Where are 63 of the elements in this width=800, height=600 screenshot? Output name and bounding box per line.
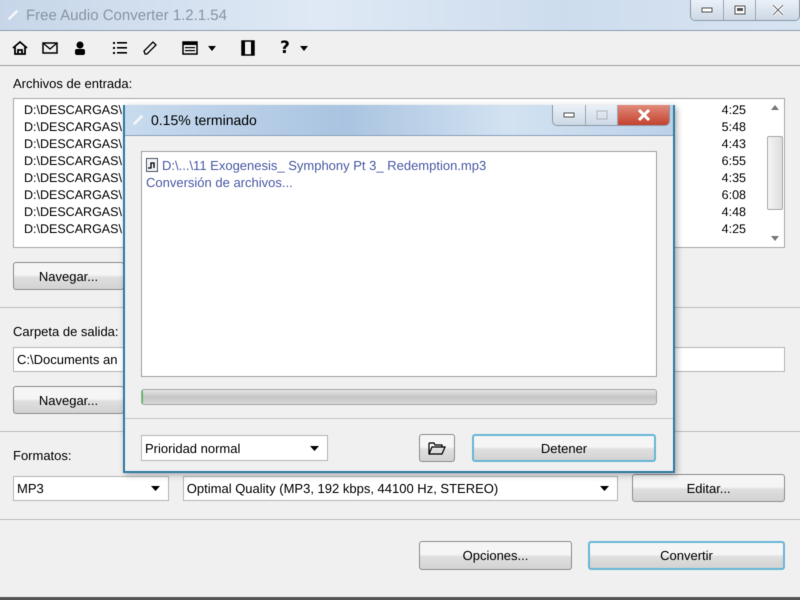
file-duration: 5:48	[722, 119, 746, 136]
dropdown-arrow-icon	[310, 446, 319, 450]
dropdown-arrow-icon	[600, 486, 610, 490]
file-path: D:\DESCARGAS\	[24, 119, 122, 136]
file-duration: 4:48	[722, 204, 746, 221]
maximize-icon	[734, 5, 746, 15]
minimize-icon	[701, 7, 713, 13]
file-path: D:\DESCARGAS\	[24, 136, 122, 153]
app-icon	[131, 113, 145, 127]
options-button[interactable]: Opciones...	[419, 541, 572, 570]
convert-button[interactable]: Convertir	[588, 541, 785, 570]
caret-icon[interactable]	[208, 46, 216, 50]
file-duration: 6:08	[722, 187, 746, 204]
person-icon[interactable]	[72, 40, 88, 56]
file-path: D:\DESCARGAS\	[24, 102, 122, 119]
file-path: D:\DESCARGAS\	[24, 153, 122, 170]
browse-button[interactable]: Navegar...	[13, 386, 124, 414]
scroll-up-icon[interactable]	[771, 105, 779, 110]
film-icon[interactable]	[240, 40, 256, 56]
maximize-button[interactable]	[723, 0, 755, 20]
close-button[interactable]	[617, 105, 669, 125]
quality-dropdown[interactable]: Optimal Quality (MP3, 192 kbps, 44100 Hz, STEREO)	[182, 476, 618, 500]
folder-icon	[428, 442, 446, 454]
edit-button[interactable]: Editar...	[632, 474, 785, 502]
mail-icon[interactable]	[42, 40, 58, 56]
input-files-label: Archivos de entrada:	[13, 76, 132, 92]
file-duration: 4:43	[722, 136, 746, 153]
file-duration: 4:35	[722, 170, 746, 187]
caret-icon[interactable]	[300, 46, 308, 50]
file-duration: 4:25	[722, 102, 746, 119]
minimize-icon	[563, 112, 575, 118]
help-button[interactable]: ?	[280, 38, 290, 58]
file-path: D:\DESCARGAS\	[24, 221, 122, 238]
window-title: Free Audio Converter 1.2.1.54	[26, 6, 227, 24]
format-dropdown[interactable]: MP3	[13, 476, 169, 500]
home-icon[interactable]	[12, 40, 28, 56]
minimize-button[interactable]	[691, 0, 723, 20]
output-folder-label: Carpeta de salida:	[13, 324, 119, 340]
priority-dropdown[interactable]: Prioridad normal	[141, 435, 328, 461]
folder-button[interactable]	[419, 434, 455, 462]
window-icon[interactable]	[182, 40, 198, 56]
file-duration: 6:55	[722, 153, 746, 170]
file-name: D:\...\11 Exogenesis_ Symphony Pt 3_ Redemption.mp3	[162, 158, 486, 172]
maximize-icon	[596, 110, 608, 120]
list-icon[interactable]	[112, 40, 128, 56]
dropdown-arrow-icon	[150, 486, 160, 490]
close-button[interactable]	[755, 0, 799, 20]
audio-file-icon	[146, 158, 158, 172]
file-path: D:\DESCARGAS\	[24, 187, 122, 204]
pencil-icon[interactable]	[142, 40, 158, 56]
stop-button[interactable]: Detener	[472, 434, 656, 462]
close-icon	[770, 4, 784, 16]
file-path: D:\DESCARGAS\	[24, 170, 122, 187]
file-path: D:\DESCARGAS\	[24, 204, 122, 221]
scroll-down-icon[interactable]	[771, 236, 779, 241]
file-duration: 4:25	[722, 221, 746, 238]
browse-button[interactable]: Navegar...	[13, 262, 124, 290]
status-text: Conversión de archivos...	[146, 174, 293, 192]
dialog-title: 0.15% terminado	[151, 112, 257, 128]
formats-label: Formatos:	[13, 448, 72, 464]
minimize-button[interactable]	[553, 105, 585, 125]
close-icon	[636, 109, 650, 121]
app-icon	[6, 8, 20, 22]
